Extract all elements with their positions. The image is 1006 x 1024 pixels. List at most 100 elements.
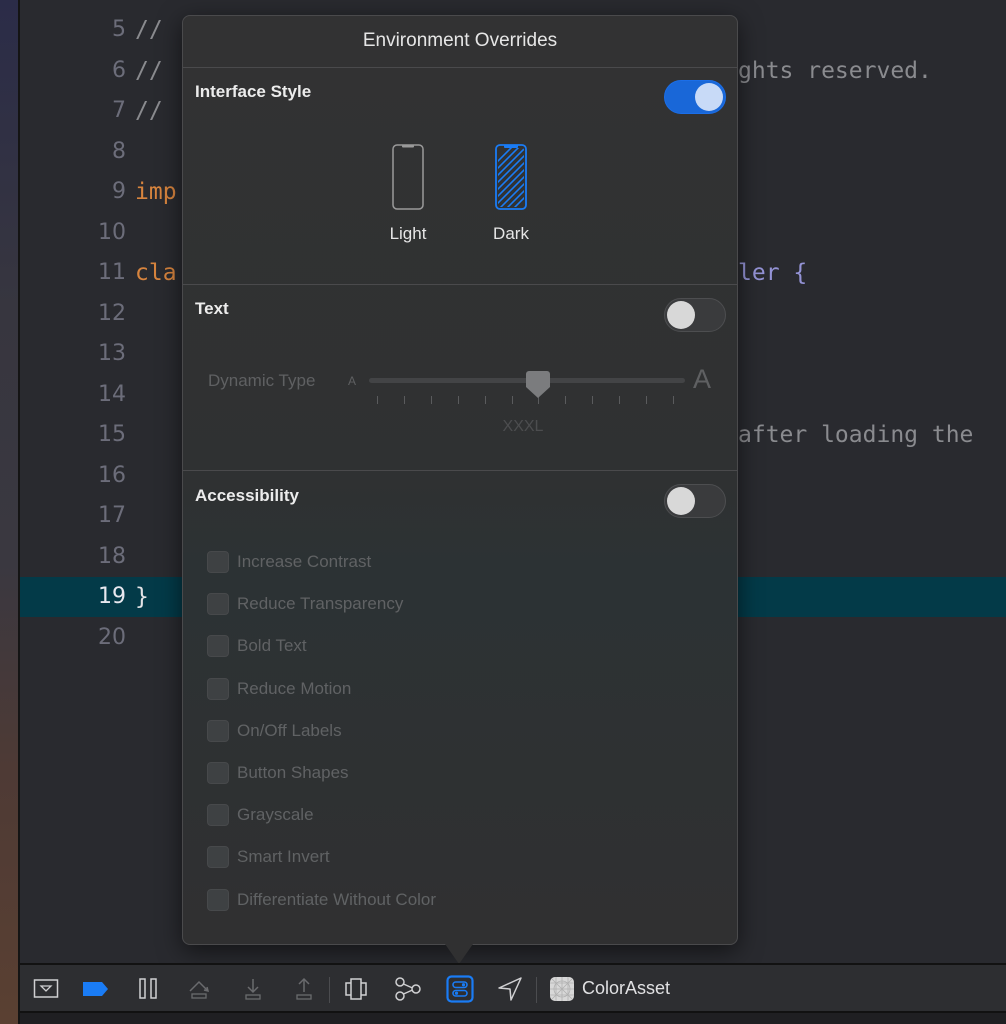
dark-option-label: Dark — [493, 224, 529, 243]
step-over-icon — [189, 980, 210, 999]
dynamic-type-value: XXXL — [502, 418, 544, 435]
toolbar-separator — [329, 977, 330, 1003]
popover-title: Environment Overrides — [362, 30, 558, 51]
slider-tick — [619, 396, 621, 404]
slider-tick — [592, 396, 594, 404]
checkbox[interactable] — [207, 888, 229, 911]
line-number[interactable]: 9 — [66, 172, 126, 212]
line-number[interactable]: 16 — [66, 456, 126, 496]
line-number[interactable]: 12 — [66, 294, 126, 334]
checkbox-label: Differentiate Without Color — [237, 889, 437, 909]
checkbox-label: Smart Invert — [237, 847, 330, 867]
scheme-label[interactable]: ColorAsset — [582, 978, 670, 999]
checkbox[interactable] — [207, 762, 229, 784]
popover-arrow — [445, 944, 473, 964]
slider-tick — [511, 396, 513, 404]
slider-tick — [673, 396, 674, 404]
asset-catalog-icon — [550, 977, 574, 1001]
environment-overrides-icon — [446, 975, 474, 1003]
code-text: imp — [135, 172, 177, 212]
scheme-icon — [548, 973, 576, 1005]
divider — [183, 284, 737, 285]
line-number[interactable]: 7 — [66, 91, 126, 131]
code-text-overflow: after loading the — [738, 422, 974, 448]
interface-style-title: Interface Style — [195, 82, 312, 101]
code-text: // — [135, 91, 163, 131]
line-number[interactable]: 14 — [66, 375, 126, 415]
code-token: cla — [135, 260, 177, 286]
dynamic-type-label: Dynamic Type — [208, 371, 316, 390]
interface-style-toggle[interactable] — [664, 80, 726, 114]
toggle-knob — [667, 301, 695, 329]
checkbox-label: Grayscale — [237, 805, 314, 825]
line-number[interactable]: 19 — [66, 577, 126, 617]
breakpoint-icon — [83, 982, 108, 996]
checkbox[interactable] — [207, 551, 229, 573]
large-text-glyph: A — [693, 364, 712, 394]
small-text-glyph: A — [348, 374, 357, 388]
environment-overrides-popover: Environment Overrides Interface Style Li… — [182, 15, 738, 945]
line-number[interactable]: 6 — [66, 51, 126, 91]
memory-graph-icon — [395, 977, 421, 1001]
line-number[interactable]: 13 — [66, 334, 126, 374]
debug-view-hierarchy-button[interactable] — [340, 973, 372, 1005]
slider-tick — [377, 396, 378, 404]
line-number[interactable]: 18 — [66, 537, 126, 577]
code-text: // — [135, 51, 163, 91]
checkbox-label: Reduce Motion — [237, 678, 352, 698]
checkbox-label: Reduce Transparency — [237, 594, 404, 614]
divider — [183, 470, 737, 471]
text-section-title: Text — [195, 299, 229, 318]
breakpoints-toggle-button[interactable] — [80, 973, 112, 1005]
line-number[interactable]: 5 — [66, 10, 126, 50]
code-text: cla — [135, 253, 177, 293]
toggle-knob — [695, 83, 723, 111]
code-token: imp — [135, 179, 177, 205]
code-token: // — [135, 98, 163, 124]
light-option-label: Light — [389, 224, 427, 243]
interface-style-dark-option[interactable]: Dark — [471, 144, 551, 254]
line-number[interactable]: 8 — [66, 132, 126, 172]
step-over-button[interactable] — [184, 973, 216, 1005]
iphone-outline-icon — [392, 144, 424, 210]
slider-tick — [565, 396, 567, 404]
simulate-location-button[interactable] — [494, 973, 526, 1005]
checkbox[interactable] — [207, 593, 229, 616]
pause-icon — [139, 978, 157, 999]
debug-area-toggle-icon — [33, 979, 59, 998]
hide-debug-area-button[interactable] — [30, 973, 62, 1005]
debug-bar: ColorAsset — [20, 963, 1006, 1013]
slider-tick — [430, 396, 432, 404]
line-number[interactable]: 17 — [66, 496, 126, 536]
checkbox[interactable] — [207, 846, 229, 869]
slider-tick — [403, 396, 405, 404]
pause-button[interactable] — [133, 973, 165, 1005]
step-into-icon — [245, 979, 261, 1000]
checkbox[interactable] — [207, 804, 229, 827]
checkbox[interactable] — [207, 677, 229, 700]
code-token: } — [135, 584, 149, 610]
location-arrow-icon — [498, 977, 522, 1001]
iphone-hatched-icon — [495, 144, 527, 210]
console-area-edge — [20, 1011, 1006, 1024]
checkbox[interactable] — [207, 635, 229, 658]
checkbox[interactable] — [207, 719, 229, 742]
dynamic-type-slider-thumb[interactable] — [526, 371, 551, 399]
text-toggle[interactable] — [664, 298, 726, 332]
interface-style-light-option[interactable]: Light — [368, 144, 448, 254]
step-into-button[interactable] — [237, 973, 269, 1005]
step-out-button[interactable] — [288, 973, 320, 1005]
line-number[interactable]: 20 — [66, 618, 126, 658]
code-token: // — [135, 57, 163, 84]
step-out-icon — [296, 977, 312, 1000]
code-token: // — [135, 17, 163, 43]
line-number[interactable]: 15 — [66, 415, 126, 455]
code-text: } — [135, 577, 149, 617]
accessibility-toggle[interactable] — [664, 484, 726, 518]
divider — [183, 67, 737, 68]
environment-overrides-button[interactable] — [444, 973, 476, 1005]
memory-graph-button[interactable] — [392, 973, 424, 1005]
code-text-overflow: ler { — [738, 260, 808, 286]
line-number[interactable]: 11 — [66, 253, 126, 293]
line-number[interactable]: 10 — [66, 213, 126, 253]
